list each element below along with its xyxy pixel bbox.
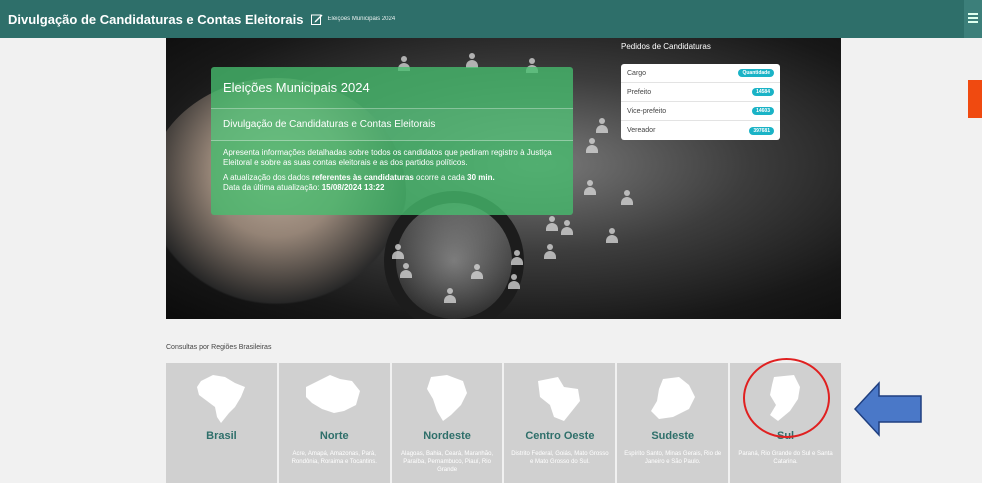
nordeste-map-icon: [427, 375, 468, 421]
quantidade-header-badge: Quantidade: [738, 69, 774, 77]
election-info-card: Eleições Municipais 2024 Divulgação de C…: [211, 67, 573, 215]
region-card-sudeste[interactable]: Sudeste Espírito Santo, Minas Gerais, Ri…: [617, 363, 729, 483]
person-icon: [584, 180, 596, 196]
card-description: Apresenta informações detalhadas sobre t…: [223, 148, 552, 167]
region-card-nordeste[interactable]: Nordeste Alagoas, Bahia, Ceará, Maranhão…: [391, 363, 503, 483]
brazil-map-icon: [197, 375, 246, 423]
update-bold: referentes às candidaturas: [311, 173, 414, 182]
region-name: Sudeste: [651, 430, 695, 442]
region-states: Distrito Federal, Goiás, Mato Grosso e M…: [511, 451, 609, 465]
region-card-centro-oeste[interactable]: Centro Oeste Distrito Federal, Goiás, Ma…: [504, 363, 616, 483]
update-info: A atualização dos dados referentes às ca…: [211, 173, 573, 193]
region-name: Brasil: [206, 430, 237, 442]
region-states: Espírito Santo, Minas Gerais, Rio de Jan…: [624, 451, 722, 465]
card-subtitle: Divulgação de Candidaturas e Contas Elei…: [211, 109, 573, 141]
person-icon: [606, 228, 618, 244]
person-icon: [596, 118, 608, 134]
person-icon: [544, 244, 556, 260]
update-prefix: A atualização dos dados: [223, 173, 312, 182]
person-icon: [546, 216, 558, 232]
region-states: Alagoas, Bahia, Ceará, Maranhão, Paraíba…: [401, 451, 494, 473]
annotation-left-arrow-icon: [853, 381, 922, 437]
header-subtitle[interactable]: Eleições Municipais 2024: [327, 16, 395, 22]
update-interval: 30 min.: [467, 173, 495, 182]
quantidade-badge: 14584: [752, 88, 774, 96]
app-title[interactable]: Divulgação de Candidaturas e Contas Elei…: [8, 12, 303, 27]
region-states: Acre, Amapá, Amazonas, Pará, Rondônia, R…: [291, 451, 377, 465]
region-states: Paraná, Rio Grande do Sul e Santa Catari…: [738, 451, 833, 465]
top-header: Divulgação de Candidaturas e Contas Elei…: [0, 0, 982, 38]
table-row[interactable]: Prefeito 14584: [621, 83, 780, 102]
region-card-brasil[interactable]: Brasil: [166, 363, 277, 483]
person-icon: [561, 220, 573, 236]
last-update-value: 15/08/2024 13:22: [321, 183, 385, 192]
person-icon: [444, 288, 456, 304]
orange-side-marker: [968, 80, 982, 118]
centro-oeste-map-icon: [537, 377, 580, 421]
edit-icon: [311, 14, 323, 25]
annotation-red-circle: [743, 358, 830, 438]
quantidade-badge: 14603: [752, 107, 774, 115]
regions-title: Consultas por Regiões Brasileiras: [166, 344, 272, 351]
update-mid: ocorre a cada: [413, 173, 468, 182]
person-icon: [392, 244, 404, 260]
card-title: Eleições Municipais 2024: [211, 67, 573, 109]
quantidade-badge: 397681: [749, 126, 774, 135]
person-icon: [471, 264, 483, 280]
hamburger-menu-icon[interactable]: [968, 13, 978, 23]
pedidos-title: Pedidos de Candidaturas: [621, 42, 711, 51]
table-row[interactable]: Vereador 397681: [621, 121, 780, 140]
cargo-cell: Vice-prefeito: [627, 107, 667, 115]
table-header-row: Cargo Quantidade: [621, 64, 780, 83]
pedidos-table: Cargo Quantidade Prefeito 14584 Vice-pre…: [621, 64, 780, 140]
person-icon: [508, 274, 520, 290]
regions-grid: Brasil Norte Acre, Amapá, Amazonas, Pará…: [166, 363, 841, 483]
person-icon: [511, 250, 523, 266]
cargo-cell: Vereador: [627, 127, 656, 134]
norte-map-icon: [306, 375, 361, 413]
person-icon: [400, 263, 412, 279]
sudeste-map-icon: [650, 377, 695, 419]
cargo-cell: Prefeito: [627, 88, 652, 96]
region-card-norte[interactable]: Norte Acre, Amapá, Amazonas, Pará, Rondô…: [278, 363, 390, 483]
person-icon: [586, 138, 598, 154]
person-icon: [621, 190, 633, 206]
cargo-header: Cargo: [627, 69, 647, 77]
region-name: Nordeste: [423, 430, 471, 442]
table-row[interactable]: Vice-prefeito 14603: [621, 102, 780, 121]
region-name: Centro Oeste: [525, 430, 595, 442]
hero-banner: Eleições Municipais 2024 Divulgação de C…: [166, 38, 841, 319]
region-name: Norte: [319, 430, 349, 442]
last-update-label: Data da última atualização:: [223, 183, 322, 192]
